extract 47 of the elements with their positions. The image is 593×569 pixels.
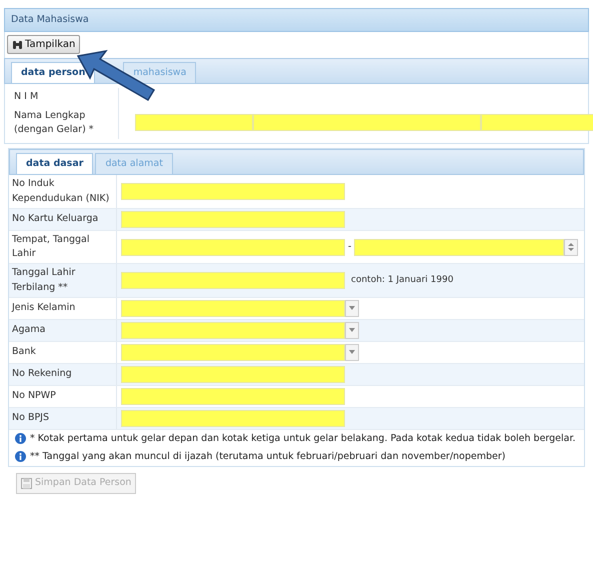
binoculars-icon — [12, 40, 23, 50]
field-label: Tanggal Lahir Terbilang ** — [9, 264, 117, 297]
field-label: Jenis Kelamin — [9, 298, 117, 319]
caret-icon — [349, 328, 355, 332]
input-field[interactable] — [253, 114, 481, 132]
input-field[interactable] — [121, 210, 345, 228]
floppy-icon — [21, 478, 32, 489]
input-field[interactable] — [121, 366, 345, 383]
dropdown-button[interactable] — [345, 344, 359, 361]
tab[interactable]: data person — [11, 62, 96, 84]
field-label: N I M — [11, 88, 119, 106]
field-label: Nama Lengkap (dengan Gelar) * — [11, 106, 119, 139]
input-field[interactable] — [135, 114, 253, 132]
input-field[interactable] — [121, 322, 345, 339]
info-icon — [15, 432, 26, 444]
input-field[interactable] — [121, 272, 345, 289]
input-field[interactable] — [481, 114, 593, 132]
field-label: No NPWP — [9, 386, 117, 407]
tab[interactable]: data dasar — [16, 153, 94, 174]
show-button[interactable]: Tampilkan — [7, 35, 80, 54]
field-label: Agama — [9, 320, 117, 341]
example-hint: contoh: 1 Januari 1990 — [351, 274, 454, 287]
input-field[interactable] — [121, 300, 345, 317]
note-text: * Kotak pertama untuk gelar depan dan kotak ketiga untuk gelar belakang. Pada kotak kedua tidak boleh bergelar. — [30, 432, 576, 446]
dropdown-button[interactable] — [345, 322, 359, 339]
panel-title: Data Mahasiswa — [4, 8, 589, 32]
input-field[interactable] — [121, 388, 345, 405]
field-label: No BPJS — [9, 408, 117, 429]
note-text: ** Tanggal yang akan muncul di ijazah (terutama untuk februari/pebruari dan november/nopember) — [30, 450, 506, 464]
input-field[interactable] — [121, 344, 345, 361]
info-icon — [15, 451, 26, 462]
field-label: Tempat, Tanggal Lahir — [9, 230, 117, 264]
input-field[interactable] — [121, 183, 345, 200]
input-field[interactable] — [354, 238, 564, 256]
field-label: Bank — [9, 342, 117, 363]
field-label: No Rekening — [9, 364, 117, 385]
input-field[interactable] — [121, 238, 345, 256]
separator: - — [348, 240, 352, 254]
caret-icon — [349, 306, 355, 310]
spinner-button[interactable] — [564, 238, 578, 256]
caret-icon — [349, 350, 355, 354]
field-label: No Kartu Keluarga — [9, 208, 117, 230]
spinner-icon — [568, 242, 574, 252]
field-label: No Induk Kependudukan (NIK) — [9, 175, 117, 208]
input-field[interactable] — [121, 410, 345, 427]
dropdown-button[interactable] — [345, 300, 359, 317]
save-button: Simpan Data Person — [16, 473, 136, 494]
